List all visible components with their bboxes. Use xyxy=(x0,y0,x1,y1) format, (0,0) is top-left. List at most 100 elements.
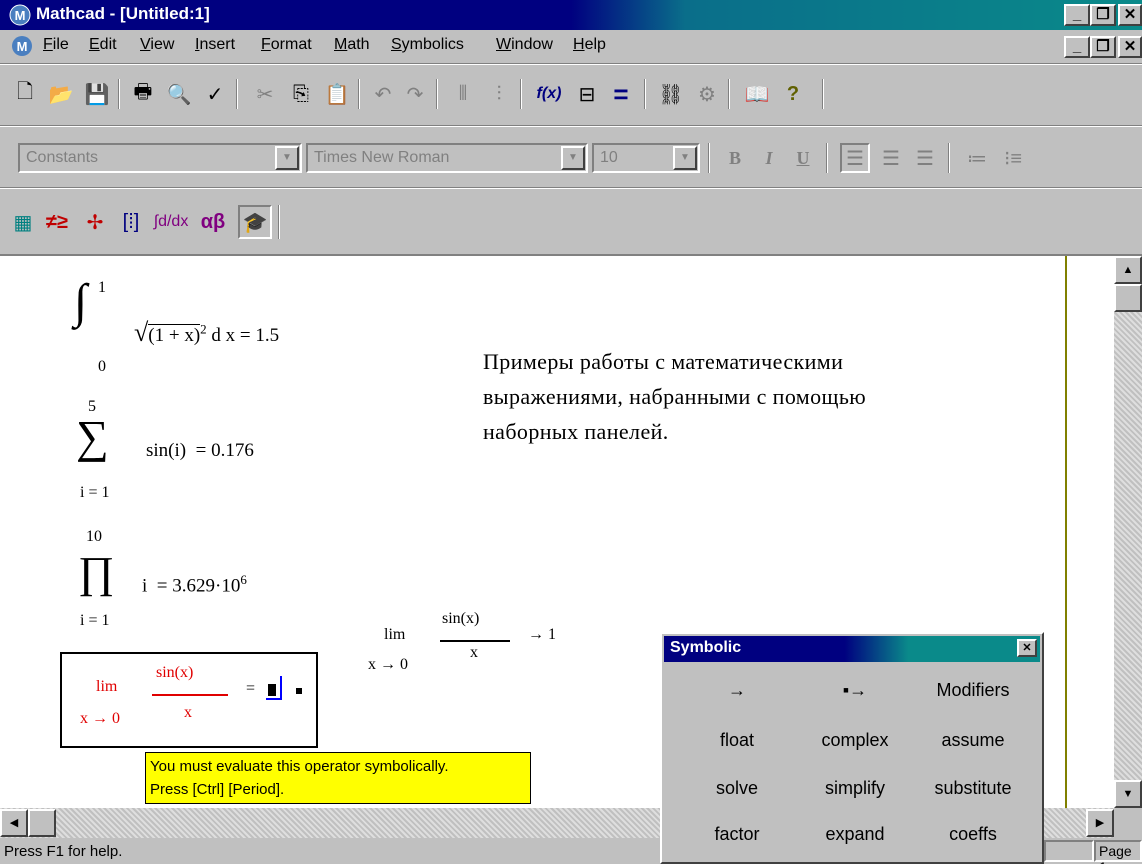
scroll-left-icon[interactable]: ◀ xyxy=(0,809,28,837)
align-across-icon[interactable]: ⫴ xyxy=(448,79,478,109)
symbolic-factor-button[interactable]: factor xyxy=(678,824,796,845)
symbolic-expand-button[interactable]: expand xyxy=(796,824,914,845)
product-lower-limit: i = 1 xyxy=(80,612,110,629)
svg-text:M: M xyxy=(17,39,28,54)
edit-cursor-vertical xyxy=(280,676,282,700)
palette-title: Symbolic xyxy=(670,639,742,656)
title-bar[interactable]: M Mathcad - [Untitled:1] _ ❐ ✕ xyxy=(0,0,1142,30)
sum-expression[interactable]: sin(i) = 0.176 xyxy=(146,440,254,462)
symbolic-simplify-button[interactable]: simplify xyxy=(796,778,914,799)
align-center-icon[interactable]: ☰ xyxy=(876,143,906,173)
menu-view[interactable]: View xyxy=(140,36,174,54)
integral-expression[interactable]: √(1 + x)2 d x = 1.5 xyxy=(134,318,279,348)
menu-insert[interactable]: Insert xyxy=(195,36,235,54)
symbolic-float-button[interactable]: float xyxy=(678,730,796,751)
menu-symbolics[interactable]: Symbolics xyxy=(391,36,464,54)
align-down-icon[interactable]: ⫶ xyxy=(484,79,514,109)
greek-icon[interactable]: αβ xyxy=(198,207,228,237)
calculate-icon[interactable]: = xyxy=(606,79,636,109)
palette-close-button[interactable]: ✕ xyxy=(1017,639,1037,657)
paste-icon[interactable]: 📋 xyxy=(322,79,352,109)
new-document-icon[interactable]: 🗋 xyxy=(10,79,40,109)
spell-check-icon[interactable]: ✓ xyxy=(200,79,230,109)
minimize-button[interactable]: _ xyxy=(1064,4,1090,26)
doc-minimize-button[interactable]: _ xyxy=(1064,36,1090,58)
undo-icon[interactable]: ↶ xyxy=(368,79,398,109)
format-toolbar: Constants ▼ Times New Roman ▼ 10 ▼ B I U… xyxy=(0,126,1142,188)
symbolic-arrow-button[interactable]: → xyxy=(678,680,796,701)
menu-window[interactable]: Window xyxy=(496,36,553,54)
style-select[interactable]: Constants ▼ xyxy=(18,143,302,173)
save-icon[interactable]: 💾 xyxy=(82,79,112,109)
calculus-icon[interactable]: ∫d/dx xyxy=(154,207,189,237)
copy-icon[interactable]: ⎘ xyxy=(286,79,316,109)
bullet-list-icon[interactable]: ≔ xyxy=(962,143,992,173)
insert-function-icon[interactable]: f(x) xyxy=(534,79,564,109)
menu-format[interactable]: Format xyxy=(261,36,312,54)
standard-toolbar: 🗋 📂 💾 🖶 🔍 ✓ ✂ ⎘ 📋 ↶ ↷ ⫴ ⫶ f(x) ⊟ = ⛓ ⚙ 📖… xyxy=(0,64,1142,126)
align-right-icon[interactable]: ☰ xyxy=(910,143,940,173)
symbolic-coeffs-button[interactable]: coeffs xyxy=(914,824,1032,845)
matrix-icon[interactable]: [⁞] xyxy=(116,207,146,237)
tooltip-line: You must evaluate this operator symbolic… xyxy=(150,758,449,775)
edit-cursor xyxy=(266,698,280,700)
font-size-select[interactable]: 10 ▼ xyxy=(592,143,700,173)
chevron-down-icon[interactable]: ▼ xyxy=(561,146,585,170)
doc-restore-button[interactable]: ❐ xyxy=(1090,36,1116,58)
symbolic-solve-button[interactable]: solve xyxy=(678,778,796,799)
help-icon[interactable]: ? xyxy=(778,79,808,109)
placeholder-dot-icon[interactable] xyxy=(296,688,302,694)
integral-sign: ∫ xyxy=(74,275,88,328)
print-icon[interactable]: 🖶 xyxy=(128,79,158,109)
symbolic-keyword-arrow-button[interactable]: ▪→ xyxy=(796,680,914,701)
scroll-right-icon[interactable]: ▶ xyxy=(1086,809,1114,837)
hscroll-thumb[interactable] xyxy=(28,809,56,837)
calculator-icon[interactable]: ▦ xyxy=(8,207,38,237)
placeholder-icon[interactable] xyxy=(268,684,276,696)
product-expression[interactable]: i = 3.629·106 xyxy=(142,572,247,597)
boolean-icon[interactable]: ≠≥ xyxy=(42,207,72,237)
chevron-down-icon[interactable]: ▼ xyxy=(275,146,299,170)
symbolic-assume-button[interactable]: assume xyxy=(914,730,1032,751)
insert-unit-icon[interactable]: ⊟ xyxy=(572,79,602,109)
numbered-list-icon[interactable]: ⁝≡ xyxy=(998,143,1028,173)
integral-upper-limit: 1 xyxy=(98,279,106,296)
scroll-corner xyxy=(1114,808,1142,838)
limit-subscript: x → 0 xyxy=(368,656,408,673)
text-region[interactable]: Примеры работы с математическими выражен… xyxy=(483,344,866,449)
menu-math[interactable]: Math xyxy=(334,36,370,54)
product-upper-limit: 10 xyxy=(86,528,102,545)
graph-icon[interactable]: ✢ xyxy=(80,207,110,237)
symbolic-modifiers-button[interactable]: Modifiers xyxy=(914,680,1032,701)
symbolic-substitute-button[interactable]: substitute xyxy=(914,778,1032,799)
underline-button[interactable]: U xyxy=(788,143,818,173)
cut-icon[interactable]: ✂ xyxy=(250,79,280,109)
bold-button[interactable]: B xyxy=(720,143,750,173)
print-preview-icon[interactable]: 🔍 xyxy=(164,79,194,109)
close-button[interactable]: ✕ xyxy=(1118,4,1142,26)
menu-edit[interactable]: Edit xyxy=(89,36,117,54)
window-title: Mathcad - [Untitled:1] xyxy=(36,4,210,23)
collaboratory-icon[interactable]: ⚙ xyxy=(692,79,722,109)
scroll-up-icon[interactable]: ▲ xyxy=(1114,256,1142,284)
italic-button[interactable]: I xyxy=(754,143,784,173)
palette-title-bar[interactable]: Symbolic ✕ xyxy=(664,636,1040,662)
document-logo-icon[interactable]: M xyxy=(10,35,34,57)
open-folder-icon[interactable]: 📂 xyxy=(46,79,76,109)
chevron-down-icon[interactable]: ▼ xyxy=(673,146,697,170)
scroll-down-icon[interactable]: ▼ xyxy=(1114,780,1142,808)
redo-icon[interactable]: ↷ xyxy=(400,79,430,109)
vertical-scrollbar[interactable]: ▲ ▼ xyxy=(1114,256,1142,808)
maximize-button[interactable]: ❐ xyxy=(1090,4,1116,26)
symbolic-keyword-icon[interactable]: 🎓 xyxy=(238,205,272,239)
align-left-icon[interactable]: ☰ xyxy=(840,143,870,173)
doc-close-button[interactable]: ✕ xyxy=(1118,36,1142,58)
menu-file[interactable]: File xyxy=(43,36,69,54)
quicksheets-icon[interactable]: 📖 xyxy=(742,79,772,109)
symbolic-complex-button[interactable]: complex xyxy=(796,730,914,751)
menu-help[interactable]: Help xyxy=(573,36,606,54)
red-limit-subscript: x → 0 xyxy=(80,710,120,727)
scroll-thumb[interactable] xyxy=(1114,284,1142,312)
resource-center-icon[interactable]: ⛓ xyxy=(656,79,686,109)
font-select[interactable]: Times New Roman ▼ xyxy=(306,143,588,173)
